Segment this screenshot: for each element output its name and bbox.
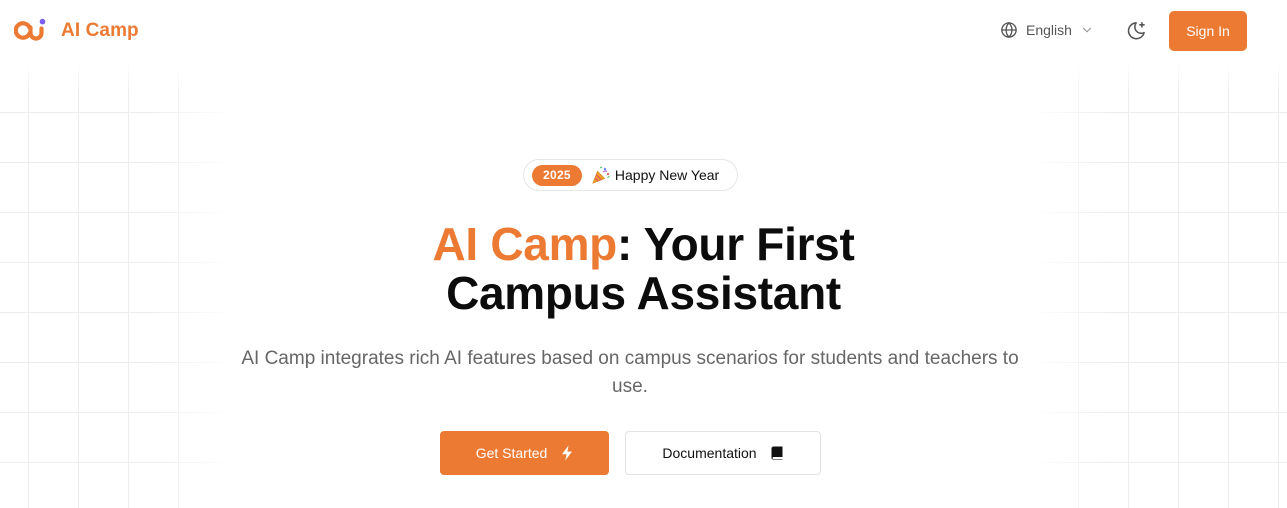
book-icon [771, 446, 783, 460]
language-selected-label: English [1026, 22, 1072, 38]
brand-name: AI Camp [61, 19, 139, 41]
headline-rest: : Your First [616, 218, 855, 270]
party-popper-icon [592, 166, 610, 184]
hero-section: 2025 Happy New Year AI Camp: Your First … [0, 62, 1287, 508]
documentation-button[interactable]: Documentation [625, 431, 821, 475]
theme-toggle-button[interactable] [1125, 20, 1147, 42]
globe-icon [1001, 22, 1017, 38]
chevron-down-icon [1082, 27, 1092, 33]
announcement-text: Happy New Year [614, 167, 720, 183]
year-badge: 2025 [532, 164, 582, 186]
top-navbar: AI Camp English Sign In [0, 0, 1287, 62]
lightning-bolt-icon [562, 445, 573, 461]
ai-camp-logo-icon [14, 18, 46, 41]
moon-sparkle-icon [1127, 21, 1145, 40]
headline-line-1: AI Camp: Your First [0, 220, 1287, 269]
hero-subtitle: AI Camp integrates rich AI features base… [241, 348, 1019, 397]
documentation-label: Documentation [662, 445, 757, 461]
headline-line-2: Campus Assistant [446, 267, 841, 319]
get-started-label: Get Started [475, 445, 548, 461]
sign-in-button[interactable]: Sign In [1169, 11, 1247, 51]
get-started-button[interactable]: Get Started [440, 431, 609, 475]
language-selector[interactable]: English [1000, 21, 1094, 39]
brand-home-link[interactable]: AI Camp [14, 17, 139, 44]
announcement-pill[interactable]: 2025 Happy New Year [523, 159, 738, 191]
hero-headline: AI Camp: Your First Campus Assistant [0, 220, 1287, 318]
landing-page: AI Camp English Sign In 2025 Happy New Y… [0, 0, 1287, 508]
headline-accent: AI Camp [432, 218, 618, 270]
